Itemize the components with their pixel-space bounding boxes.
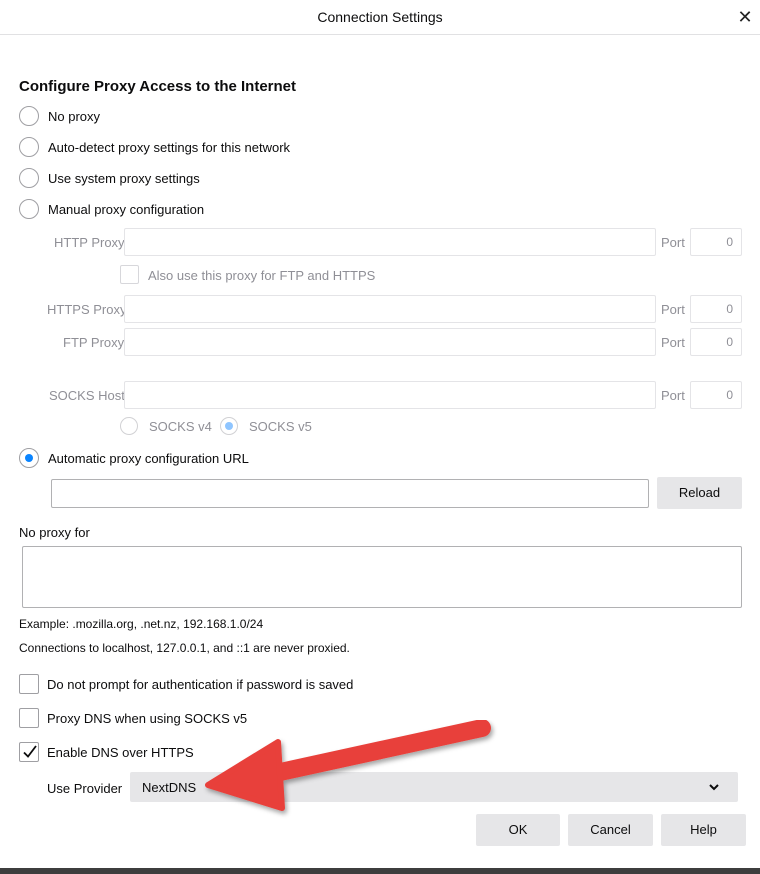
also-use-checkbox-box[interactable] [120, 265, 139, 284]
radio-auto-detect-label[interactable]: Auto-detect proxy settings for this netw… [48, 140, 290, 155]
https-port-input[interactable]: 0 [690, 295, 742, 323]
radio-manual-proxy-indicator[interactable] [19, 199, 39, 219]
radio-auto-detect-indicator[interactable] [19, 137, 39, 157]
ftp-port-input[interactable]: 0 [690, 328, 742, 356]
radio-system-proxy-label[interactable]: Use system proxy settings [48, 171, 200, 186]
proxy-dns-checkbox[interactable] [19, 708, 39, 731]
ok-button[interactable]: OK [476, 814, 560, 846]
http-port-input[interactable]: 0 [690, 228, 742, 256]
ftp-proxy-input[interactable] [124, 328, 656, 356]
dns-https-checkbox[interactable] [19, 742, 39, 765]
no-prompt-auth-label[interactable]: Do not prompt for authentication if pass… [47, 677, 353, 692]
radio-auto-url[interactable] [19, 448, 39, 471]
ftp-proxy-label: FTP Proxy [63, 335, 125, 350]
help-button[interactable]: Help [661, 814, 746, 846]
chevron-down-icon [709, 784, 719, 791]
no-proxy-for-label: No proxy for [19, 525, 90, 540]
radio-socks-v5-label: SOCKS v5 [249, 419, 312, 434]
radio-auto-url-label[interactable]: Automatic proxy configuration URL [48, 451, 249, 466]
also-use-checkbox[interactable] [120, 265, 139, 287]
reload-button[interactable]: Reload [657, 477, 742, 509]
socks-host-input[interactable] [124, 381, 656, 409]
https-port-label: Port [661, 302, 685, 317]
https-proxy-input[interactable] [124, 295, 656, 323]
close-icon[interactable]: ✕ [734, 6, 756, 28]
socks-host-label: SOCKS Host [49, 388, 125, 403]
proxy-dns-checkbox-box[interactable] [19, 708, 39, 728]
proxy-heading: Configure Proxy Access to the Internet [19, 78, 297, 95]
annotation-arrow [205, 719, 491, 811]
no-proxy-example: Example: .mozilla.org, .net.nz, 192.168.… [19, 617, 264, 631]
http-proxy-label: HTTP Proxy [54, 235, 125, 250]
use-provider-label: Use Provider [47, 781, 123, 796]
also-use-label: Also use this proxy for FTP and HTTPS [148, 268, 376, 283]
localhost-note: Connections to localhost, 127.0.0.1, and… [19, 641, 350, 655]
window-title: Connection Settings [317, 9, 443, 25]
dns-https-checkbox-box[interactable] [19, 742, 39, 762]
socks-port-label: Port [661, 388, 685, 403]
proxy-dns-label[interactable]: Proxy DNS when using SOCKS v5 [47, 711, 247, 726]
http-port-label: Port [661, 235, 685, 250]
http-proxy-input[interactable] [124, 228, 656, 256]
no-prompt-auth-checkbox-box[interactable] [19, 674, 39, 694]
no-proxy-for-textarea[interactable] [22, 546, 742, 608]
radio-socks-v5-indicator[interactable] [220, 417, 238, 435]
checkmark-icon [23, 745, 37, 758]
radio-no-proxy-indicator[interactable] [19, 106, 39, 126]
radio-no-proxy-label[interactable]: No proxy [48, 109, 100, 124]
provider-select[interactable]: NextDNS [130, 772, 738, 802]
https-proxy-label: HTTPS Proxy [47, 302, 127, 317]
radio-system-proxy[interactable] [19, 168, 39, 191]
auto-url-input[interactable] [51, 479, 649, 508]
radio-system-proxy-indicator[interactable] [19, 168, 39, 188]
bottom-edge [0, 868, 760, 874]
radio-no-proxy[interactable] [19, 106, 39, 129]
radio-socks-v4[interactable] [120, 417, 138, 438]
socks-port-input[interactable]: 0 [690, 381, 742, 409]
radio-auto-url-indicator[interactable] [19, 448, 39, 468]
ftp-port-label: Port [661, 335, 685, 350]
title-bar: Connection Settings ✕ [0, 0, 760, 35]
radio-socks-v4-indicator[interactable] [120, 417, 138, 435]
radio-socks-v5[interactable] [220, 417, 238, 438]
provider-select-value: NextDNS [142, 780, 197, 795]
cancel-button[interactable]: Cancel [568, 814, 653, 846]
radio-auto-detect[interactable] [19, 137, 39, 160]
dns-https-label[interactable]: Enable DNS over HTTPS [47, 745, 194, 760]
radio-socks-v4-label: SOCKS v4 [149, 419, 212, 434]
no-prompt-auth-checkbox[interactable] [19, 674, 39, 697]
radio-manual-proxy[interactable] [19, 199, 39, 222]
radio-manual-proxy-label[interactable]: Manual proxy configuration [48, 202, 204, 217]
